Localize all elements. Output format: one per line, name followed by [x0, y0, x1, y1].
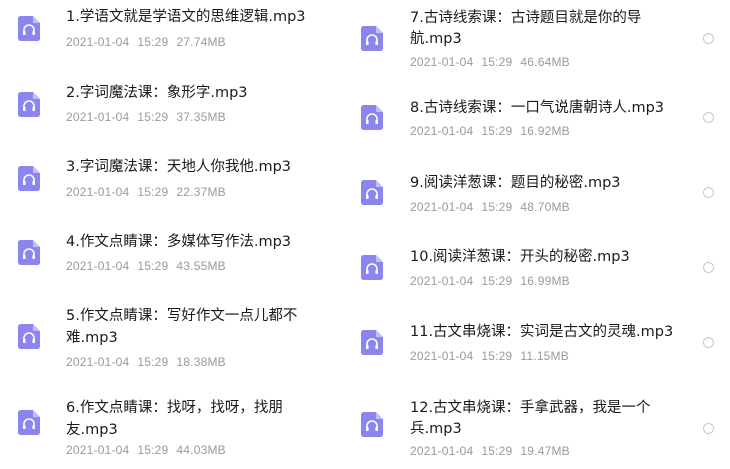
file-item[interactable]: 11.古文串烧课：实词是古文的灵魂.mp3 2021-01-04 15:29 11.… [345, 305, 730, 380]
file-size: 37.35MB [176, 110, 226, 124]
file-name-line-1: 8.古诗线索课：一口气说唐朝诗人.mp3 [410, 100, 664, 116]
file-item[interactable]: 1.学语文就是学语文的思维逻辑.mp3 2021-01-04 15:29 27.74… [0, 0, 345, 75]
file-size: 44.03MB [176, 443, 226, 457]
file-item[interactable]: 2.字词魔法课：象形字.mp3 2021-01-04 15:29 37.35MB [0, 76, 345, 151]
audio-file-icon [18, 166, 40, 191]
select-radio[interactable] [703, 262, 714, 273]
file-item[interactable]: 6.作文点睛课：找呀，找呀，找朋 友.mp3 2021-01-04 15:29 44… [0, 384, 345, 469]
file-date: 2021-01-04 [410, 444, 474, 458]
file-name-line-1: 5.作文点睛课：写好作文一点儿都不 [66, 308, 298, 324]
file-name-line-1: 12.古文串烧课：手拿武器，我是一个 [410, 400, 651, 416]
file-name-line-2: 航.mp3 [410, 31, 462, 47]
file-meta: 2021-01-04 15:29 43.55MB [66, 258, 234, 274]
file-date: 2021-01-04 [410, 200, 474, 214]
file-item[interactable]: 5.作文点睛课：写好作文一点儿都不 难.mp3 2021-01-04 15:29 1… [0, 298, 345, 384]
select-radio[interactable] [703, 337, 714, 348]
select-radio[interactable] [703, 423, 714, 434]
file-date: 2021-01-04 [66, 185, 130, 199]
file-date: 2021-01-04 [410, 55, 474, 69]
file-meta: 2021-01-04 15:29 16.99MB [410, 273, 578, 289]
file-name-line-1: 9.阅读洋葱课：题目的秘密.mp3 [410, 175, 621, 191]
file-size: 27.74MB [176, 35, 226, 49]
file-meta: 2021-01-04 15:29 11.15MB [410, 348, 577, 364]
file-name-line-1: 2.字词魔法课：象形字.mp3 [66, 85, 248, 101]
file-name-line-2: 友.mp3 [66, 422, 118, 438]
file-size: 22.37MB [176, 185, 226, 199]
file-size: 19.47MB [520, 444, 570, 458]
audio-file-icon [18, 240, 40, 265]
file-size: 16.92MB [520, 124, 570, 138]
file-date: 2021-01-04 [66, 35, 130, 49]
file-time: 15:29 [137, 110, 169, 124]
file-time: 15:29 [481, 274, 513, 288]
file-name-line-2: 难.mp3 [66, 330, 118, 346]
file-date: 2021-01-04 [410, 124, 474, 138]
audio-file-icon [361, 105, 383, 130]
file-name-line-1: 3.字词魔法课：天地人你我他.mp3 [66, 159, 291, 175]
file-time: 15:29 [137, 355, 169, 369]
file-time: 15:29 [481, 200, 513, 214]
file-meta: 2021-01-04 15:29 27.74MB [66, 34, 234, 50]
file-size: 11.15MB [520, 349, 569, 363]
file-time: 15:29 [481, 349, 513, 363]
file-date: 2021-01-04 [66, 443, 130, 457]
file-size: 43.55MB [176, 259, 226, 273]
audio-file-icon [361, 26, 383, 51]
file-meta: 2021-01-04 15:29 22.37MB [66, 184, 234, 200]
file-time: 15:29 [481, 124, 513, 138]
audio-file-icon [361, 255, 383, 280]
file-meta: 2021-01-04 15:29 44.03MB [66, 442, 234, 458]
audio-file-icon [361, 330, 383, 355]
audio-file-icon [361, 180, 383, 205]
file-item[interactable]: 12.古文串烧课：手拿武器，我是一个 兵.mp3 2021-01-04 15:29… [345, 380, 730, 469]
file-time: 15:29 [137, 185, 169, 199]
select-radio[interactable] [703, 187, 714, 198]
audio-file-icon [18, 410, 40, 435]
file-item[interactable]: 4.作文点睛课：多媒体写作法.mp3 2021-01-04 15:29 43.55M… [0, 224, 345, 299]
file-time: 15:29 [137, 443, 169, 457]
file-item[interactable]: 3.字词魔法课：天地人你我他.mp3 2021-01-04 15:29 22.37M… [0, 150, 345, 225]
file-date: 2021-01-04 [66, 355, 130, 369]
select-radio[interactable] [703, 112, 714, 123]
file-meta: 2021-01-04 15:29 19.47MB [410, 443, 578, 459]
file-meta: 2021-01-04 15:29 18.38MB [66, 354, 234, 370]
file-date: 2021-01-04 [410, 349, 474, 363]
file-item[interactable]: 7.古诗线索课：古诗题目就是你的导 航.mp3 2021-01-04 15:29 4… [345, 0, 730, 80]
audio-file-icon [18, 92, 40, 117]
file-time: 15:29 [137, 259, 169, 273]
file-name-line-1: 10.阅读洋葱课：开头的秘密.mp3 [410, 249, 630, 265]
file-name-line-2: 兵.mp3 [410, 421, 462, 437]
audio-file-icon [361, 412, 383, 437]
file-name-line-1: 1.学语文就是学语文的思维逻辑.mp3 [66, 9, 306, 25]
file-name-line-1: 6.作文点睛课：找呀，找呀，找朋 [66, 400, 283, 416]
file-item[interactable]: 10.阅读洋葱课：开头的秘密.mp3 2021-01-04 15:29 16.99M… [345, 230, 730, 305]
file-meta: 2021-01-04 15:29 16.92MB [410, 123, 578, 139]
file-time: 15:29 [481, 55, 513, 69]
file-date: 2021-01-04 [66, 259, 130, 273]
select-radio[interactable] [703, 33, 714, 44]
file-meta: 2021-01-04 15:29 48.70MB [410, 199, 578, 215]
file-item[interactable]: 8.古诗线索课：一口气说唐朝诗人.mp3 2021-01-04 15:29 16.9… [345, 80, 730, 155]
file-meta: 2021-01-04 15:29 46.64MB [410, 54, 578, 70]
file-name-line-1: 4.作文点睛课：多媒体写作法.mp3 [66, 234, 291, 250]
file-size: 18.38MB [176, 355, 226, 369]
audio-file-icon [18, 16, 40, 41]
file-meta: 2021-01-04 15:29 37.35MB [66, 109, 234, 125]
file-size: 16.99MB [520, 274, 570, 288]
file-name-line-1: 11.古文串烧课：实词是古文的灵魂.mp3 [410, 324, 674, 340]
file-size: 48.70MB [520, 200, 570, 214]
file-item[interactable]: 9.阅读洋葱课：题目的秘密.mp3 2021-01-04 15:29 48.70MB [345, 155, 730, 230]
file-date: 2021-01-04 [410, 274, 474, 288]
file-time: 15:29 [137, 35, 169, 49]
file-size: 46.64MB [520, 55, 570, 69]
file-date: 2021-01-04 [66, 110, 130, 124]
file-time: 15:29 [481, 444, 513, 458]
audio-file-icon [18, 324, 40, 349]
file-name-line-1: 7.古诗线索课：古诗题目就是你的导 [410, 10, 642, 26]
